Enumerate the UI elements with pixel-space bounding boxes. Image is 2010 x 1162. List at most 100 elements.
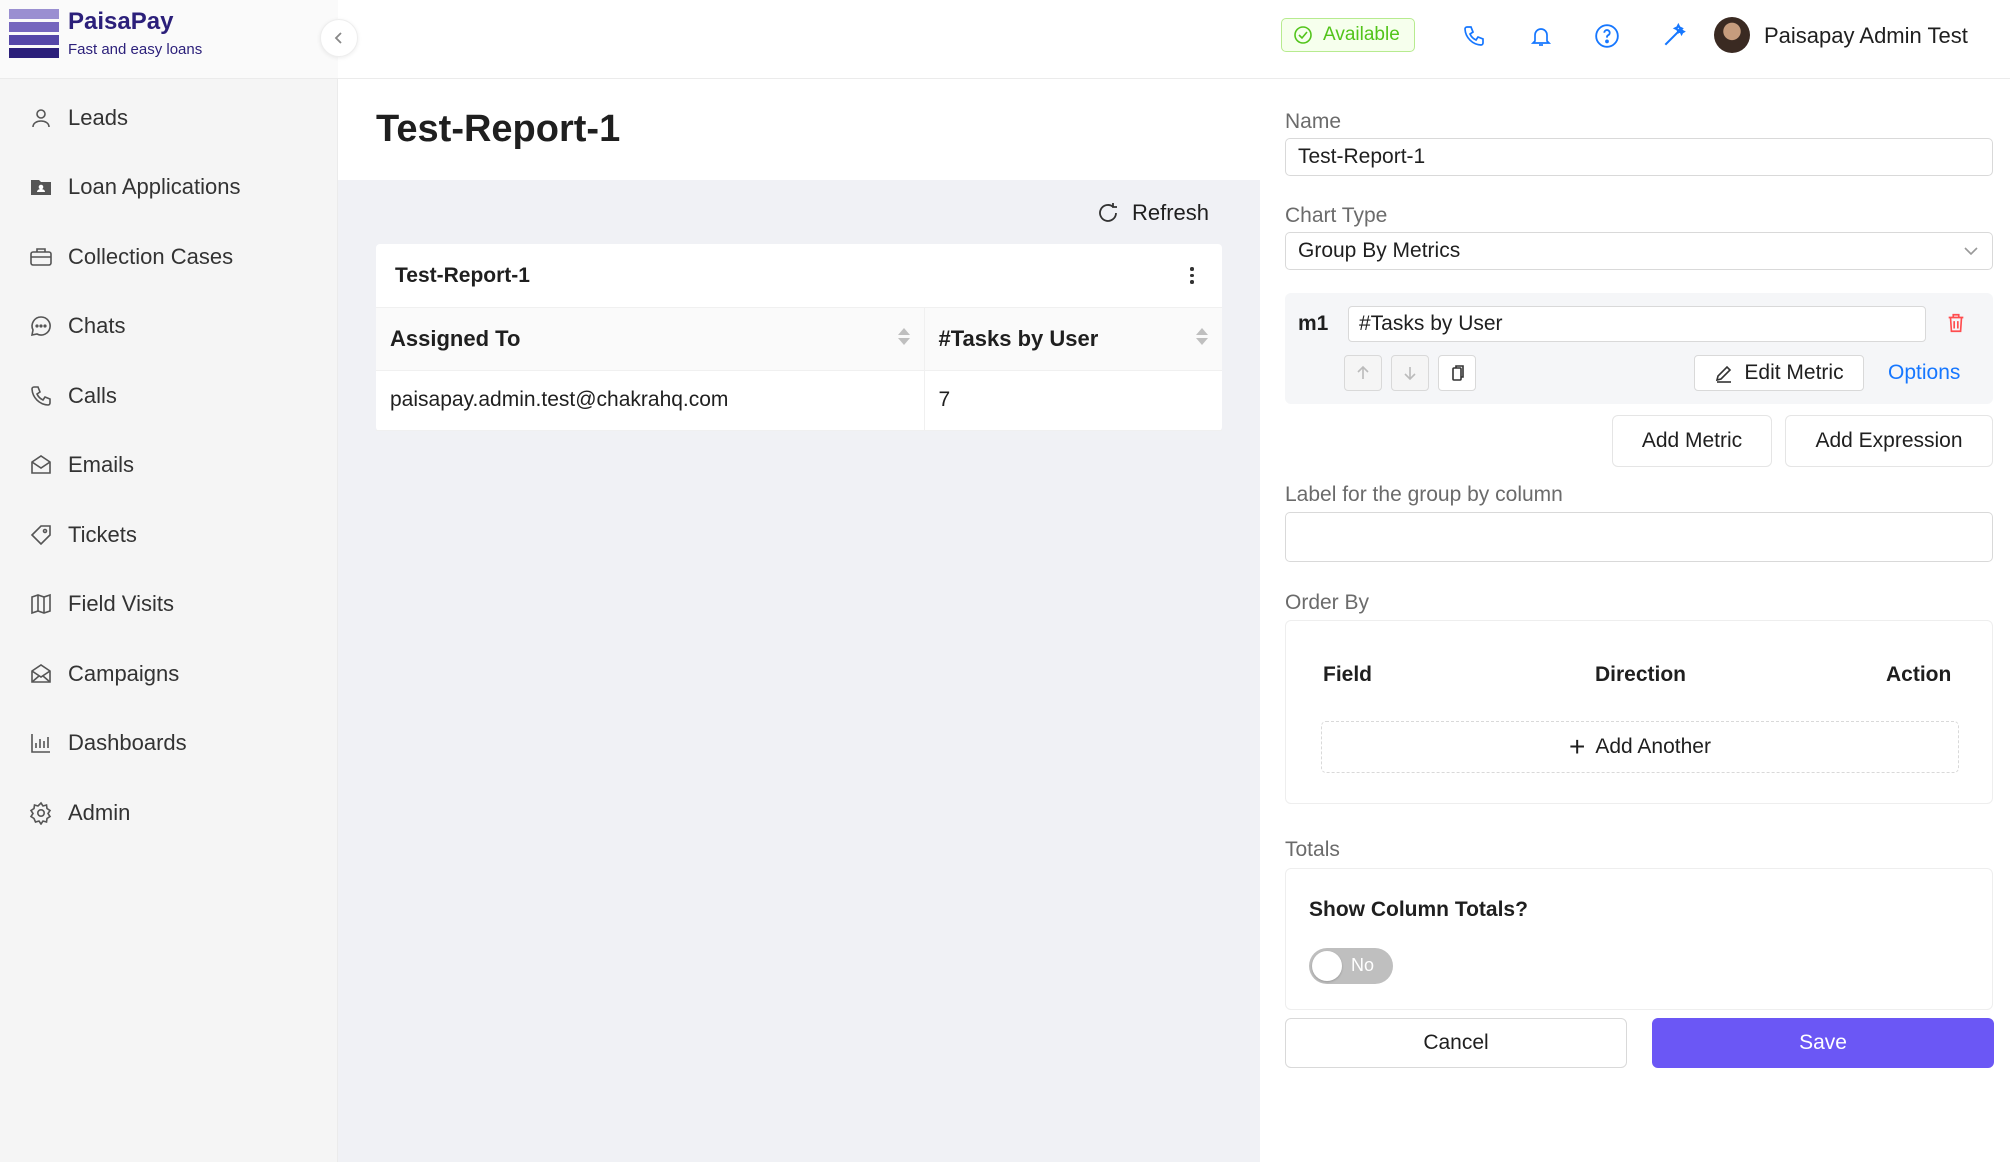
- refresh-icon: [1099, 203, 1117, 222]
- sidebar-item-label: Campaigns: [68, 660, 180, 686]
- column-header[interactable]: Assigned To: [376, 308, 924, 371]
- move-down-button[interactable]: [1391, 355, 1429, 391]
- user-icon: [28, 105, 54, 131]
- chat-icon: [28, 313, 54, 339]
- sidebar-item-field-visits[interactable]: Field Visits: [0, 570, 338, 640]
- sidebar-item-emails[interactable]: Emails: [0, 431, 338, 501]
- order-by-title: Order By: [1285, 591, 1370, 614]
- report-card-header: Test-Report-1: [376, 244, 1222, 308]
- refresh-label: Refresh: [1132, 200, 1210, 225]
- sidebar-item-leads[interactable]: Leads: [0, 83, 338, 153]
- group-label-title: Label for the group by column: [1285, 483, 1563, 506]
- brand-tagline: Fast and easy loans: [68, 41, 203, 58]
- folder-user-icon: [28, 174, 54, 200]
- order-by-action-header: Action: [1886, 663, 1952, 686]
- top-bar: Available Paisapay Admin Test: [338, 0, 2010, 79]
- options-link[interactable]: Options: [1888, 361, 1960, 385]
- sort-icon[interactable]: [1196, 328, 1208, 345]
- sidebar-item-calls[interactable]: Calls: [0, 361, 338, 431]
- arrow-down-icon: [1404, 367, 1416, 381]
- bell-icon[interactable]: [1525, 20, 1557, 52]
- show-totals-question: Show Column Totals?: [1309, 898, 1528, 921]
- chart-type-select[interactable]: Group By Metrics: [1285, 232, 1993, 270]
- report-card-title: Test-Report-1: [395, 263, 530, 287]
- group-label-input[interactable]: [1285, 512, 1993, 562]
- chevron-down-icon: [1964, 247, 1978, 256]
- map-icon: [28, 591, 54, 617]
- metric-tag: m1: [1298, 312, 1329, 335]
- sidebar-item-dashboards[interactable]: Dashboards: [0, 709, 338, 779]
- sidebar-item-label: Admin: [68, 799, 131, 825]
- metric-name-input[interactable]: #Tasks by User: [1348, 306, 1926, 342]
- sidebar-item-label: Loan Applications: [68, 174, 241, 200]
- tag-icon: [28, 522, 54, 548]
- sidebar-item-label: Dashboards: [68, 730, 187, 756]
- phone-icon[interactable]: [1458, 20, 1490, 52]
- column-header[interactable]: #Tasks by User: [923, 308, 1222, 371]
- sidebar-item-tickets[interactable]: Tickets: [0, 500, 338, 570]
- order-by-section: Field Direction Action + Add Another: [1285, 620, 1993, 804]
- magic-wand-icon[interactable]: [1658, 20, 1690, 52]
- help-icon[interactable]: [1591, 20, 1623, 52]
- chevron-left-icon: [334, 32, 342, 44]
- sidebar-nav: Leads Loan Applications Collection Cases…: [0, 83, 338, 848]
- briefcase-icon: [28, 244, 54, 270]
- add-expression-button[interactable]: Add Expression: [1785, 415, 1993, 467]
- sidebar-item-label: Chats: [68, 313, 126, 339]
- mail-open-icon: [28, 452, 54, 478]
- collapse-sidebar-button[interactable]: [320, 19, 358, 57]
- copy-icon: [1452, 365, 1464, 381]
- sidebar-item-admin[interactable]: Admin: [0, 778, 338, 848]
- sidebar-item-label: Calls: [68, 382, 117, 408]
- sidebar-item-chats[interactable]: Chats: [0, 292, 338, 362]
- chart-type-value: Group By Metrics: [1298, 239, 1461, 262]
- edit-metric-button[interactable]: Edit Metric: [1694, 355, 1864, 391]
- show-totals-toggle[interactable]: No: [1309, 948, 1393, 984]
- sidebar-item-label: Collection Cases: [68, 243, 234, 269]
- sidebar-item-campaigns[interactable]: Campaigns: [0, 639, 338, 709]
- sidebar: PaisaPay Fast and easy loans Leads Loan …: [0, 0, 338, 1162]
- sidebar-item-loan-applications[interactable]: Loan Applications: [0, 153, 338, 223]
- metric-row: m1 #Tasks by User Edit Metric Options: [1285, 293, 1993, 404]
- table-cell: paisapay.admin.test@chakrahq.com: [376, 370, 924, 431]
- name-label: Name: [1285, 110, 1342, 133]
- save-button[interactable]: Save: [1652, 1018, 1994, 1068]
- report-card: Test-Report-1 Assigned To #Tasks by User…: [376, 244, 1222, 431]
- sidebar-item-label: Tickets: [68, 521, 137, 547]
- order-by-direction-header: Direction: [1595, 663, 1687, 686]
- brand-logo[interactable]: PaisaPay Fast and easy loans: [0, 0, 338, 79]
- refresh-button[interactable]: Refresh: [1096, 200, 1209, 226]
- totals-section: Show Column Totals? No: [1285, 868, 1993, 1010]
- toggle-text: No: [1351, 955, 1375, 975]
- name-input[interactable]: Test-Report-1: [1285, 138, 1993, 176]
- sidebar-item-label: Field Visits: [68, 591, 174, 617]
- add-metric-button[interactable]: Add Metric: [1612, 415, 1772, 467]
- pencil-icon: [1716, 365, 1732, 383]
- copy-button[interactable]: [1438, 355, 1476, 391]
- bar-chart-icon: [28, 730, 54, 756]
- delete-icon[interactable]: [1945, 312, 1967, 339]
- table-row: paisapay.admin.test@chakrahq.com 7: [376, 370, 1222, 431]
- cancel-button[interactable]: Cancel: [1285, 1018, 1627, 1068]
- status-text: Available: [1323, 24, 1400, 45]
- campaign-mail-icon: [28, 661, 54, 687]
- chart-type-label: Chart Type: [1285, 204, 1388, 227]
- brand-name: PaisaPay: [68, 8, 174, 35]
- phone-icon: [28, 383, 54, 409]
- add-another-button[interactable]: + Add Another: [1321, 721, 1959, 773]
- sidebar-item-collection-cases[interactable]: Collection Cases: [0, 222, 338, 292]
- arrow-up-icon: [1357, 365, 1369, 379]
- status-badge[interactable]: Available: [1281, 18, 1415, 52]
- check-circle-icon: [1294, 26, 1312, 44]
- totals-title: Totals: [1285, 838, 1340, 861]
- gear-icon: [28, 800, 54, 826]
- avatar[interactable]: [1714, 17, 1750, 53]
- sidebar-item-label: Emails: [68, 452, 135, 478]
- report-table: Assigned To #Tasks by User paisapay.admi…: [376, 308, 1222, 431]
- more-options-icon[interactable]: [1182, 267, 1202, 284]
- toggle-knob: [1312, 951, 1342, 981]
- sort-icon[interactable]: [897, 328, 910, 345]
- user-name[interactable]: Paisapay Admin Test: [1764, 23, 1968, 49]
- move-up-button[interactable]: [1344, 355, 1382, 391]
- page-title: Test-Report-1: [376, 108, 621, 150]
